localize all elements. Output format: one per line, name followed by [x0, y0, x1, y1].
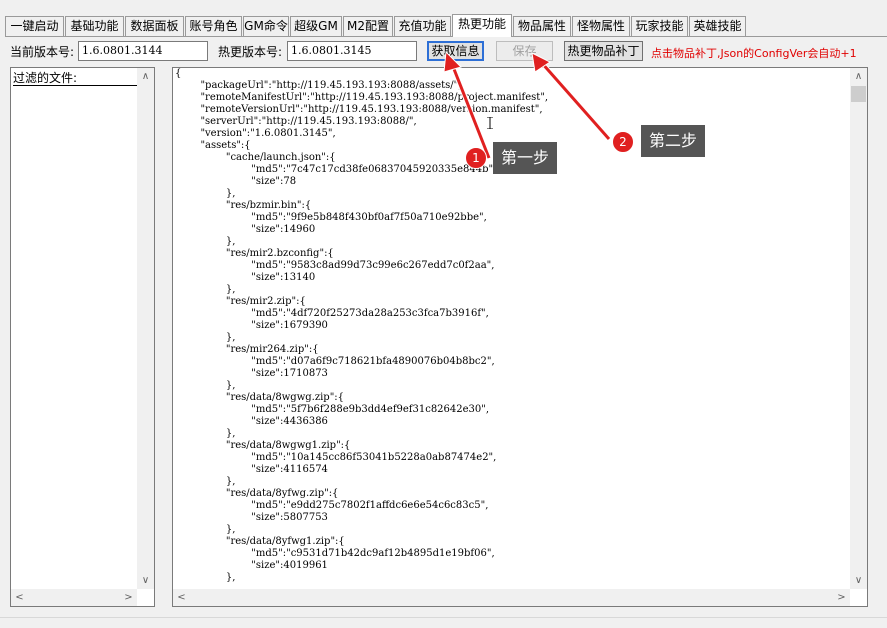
- tab-data-panel[interactable]: 数据面板: [125, 16, 184, 36]
- filtered-files-list[interactable]: 过滤的文件: ∧ ∨ < >: [10, 67, 155, 607]
- tab-recharge[interactable]: 充值功能: [394, 16, 451, 36]
- tab-divider: [5, 36, 887, 37]
- current-version-label: 当前版本号:: [10, 45, 75, 59]
- patch-items-button[interactable]: 热更物品补丁: [564, 41, 643, 61]
- tab-gm-commands[interactable]: GM命令: [243, 16, 289, 36]
- tab-basic-functions[interactable]: 基础功能: [65, 16, 124, 36]
- tab-m2-config[interactable]: M2配置: [343, 16, 393, 36]
- scroll-right-icon[interactable]: >: [833, 589, 850, 606]
- scroll-up-icon[interactable]: ∧: [137, 68, 154, 85]
- tab-account-role[interactable]: 账号角色: [185, 16, 242, 36]
- step1-callout: 第一步: [493, 142, 558, 174]
- hint-text: 点击物品补丁,Json的ConfigVer会自动+1: [651, 47, 857, 60]
- tab-hero-skills[interactable]: 英雄技能: [689, 16, 746, 36]
- text-cursor-icon: [487, 117, 493, 129]
- hotfix-version-label: 热更版本号:: [218, 45, 283, 59]
- editor-vertical-scrollbar[interactable]: ∧ ∨: [850, 68, 867, 589]
- filtered-files-title: 过滤的文件:: [13, 71, 78, 85]
- step2-callout: 第二步: [641, 125, 706, 157]
- scroll-left-icon[interactable]: <: [11, 589, 28, 606]
- scroll-up-icon[interactable]: ∧: [850, 68, 867, 85]
- current-version-field[interactable]: 1.6.0801.3144: [78, 41, 208, 61]
- step2-badge: 2: [612, 131, 634, 153]
- hotfix-version-field[interactable]: 1.6.0801.3145: [287, 41, 417, 61]
- step1-badge: 1: [465, 147, 487, 169]
- tab-hotfix[interactable]: 热更功能: [452, 14, 512, 37]
- tab-item-attributes[interactable]: 物品属性: [513, 16, 571, 36]
- save-button[interactable]: 保存: [496, 41, 553, 61]
- tab-one-click-start[interactable]: 一键启动: [5, 16, 64, 36]
- scroll-down-icon[interactable]: ∨: [850, 572, 867, 589]
- editor-horizontal-scrollbar[interactable]: < >: [173, 589, 850, 606]
- scroll-left-icon[interactable]: <: [173, 589, 190, 606]
- scroll-down-icon[interactable]: ∨: [137, 572, 154, 589]
- list-header-divider: [13, 85, 145, 86]
- get-info-button[interactable]: 获取信息: [427, 41, 484, 61]
- tab-super-gm[interactable]: 超级GM: [290, 16, 342, 36]
- tab-player-skills[interactable]: 玩家技能: [631, 16, 688, 36]
- scrollbar-thumb[interactable]: [851, 86, 866, 102]
- scroll-right-icon[interactable]: >: [120, 589, 137, 606]
- tab-bar: 一键启动 基础功能 数据面板 账号角色 GM命令 超级GM M2配置 充值功能 …: [5, 14, 885, 37]
- list-vertical-scrollbar[interactable]: ∧ ∨: [137, 68, 154, 589]
- status-strip: [0, 617, 887, 628]
- tab-monster-attributes[interactable]: 怪物属性: [572, 16, 630, 36]
- list-horizontal-scrollbar[interactable]: < >: [11, 589, 137, 606]
